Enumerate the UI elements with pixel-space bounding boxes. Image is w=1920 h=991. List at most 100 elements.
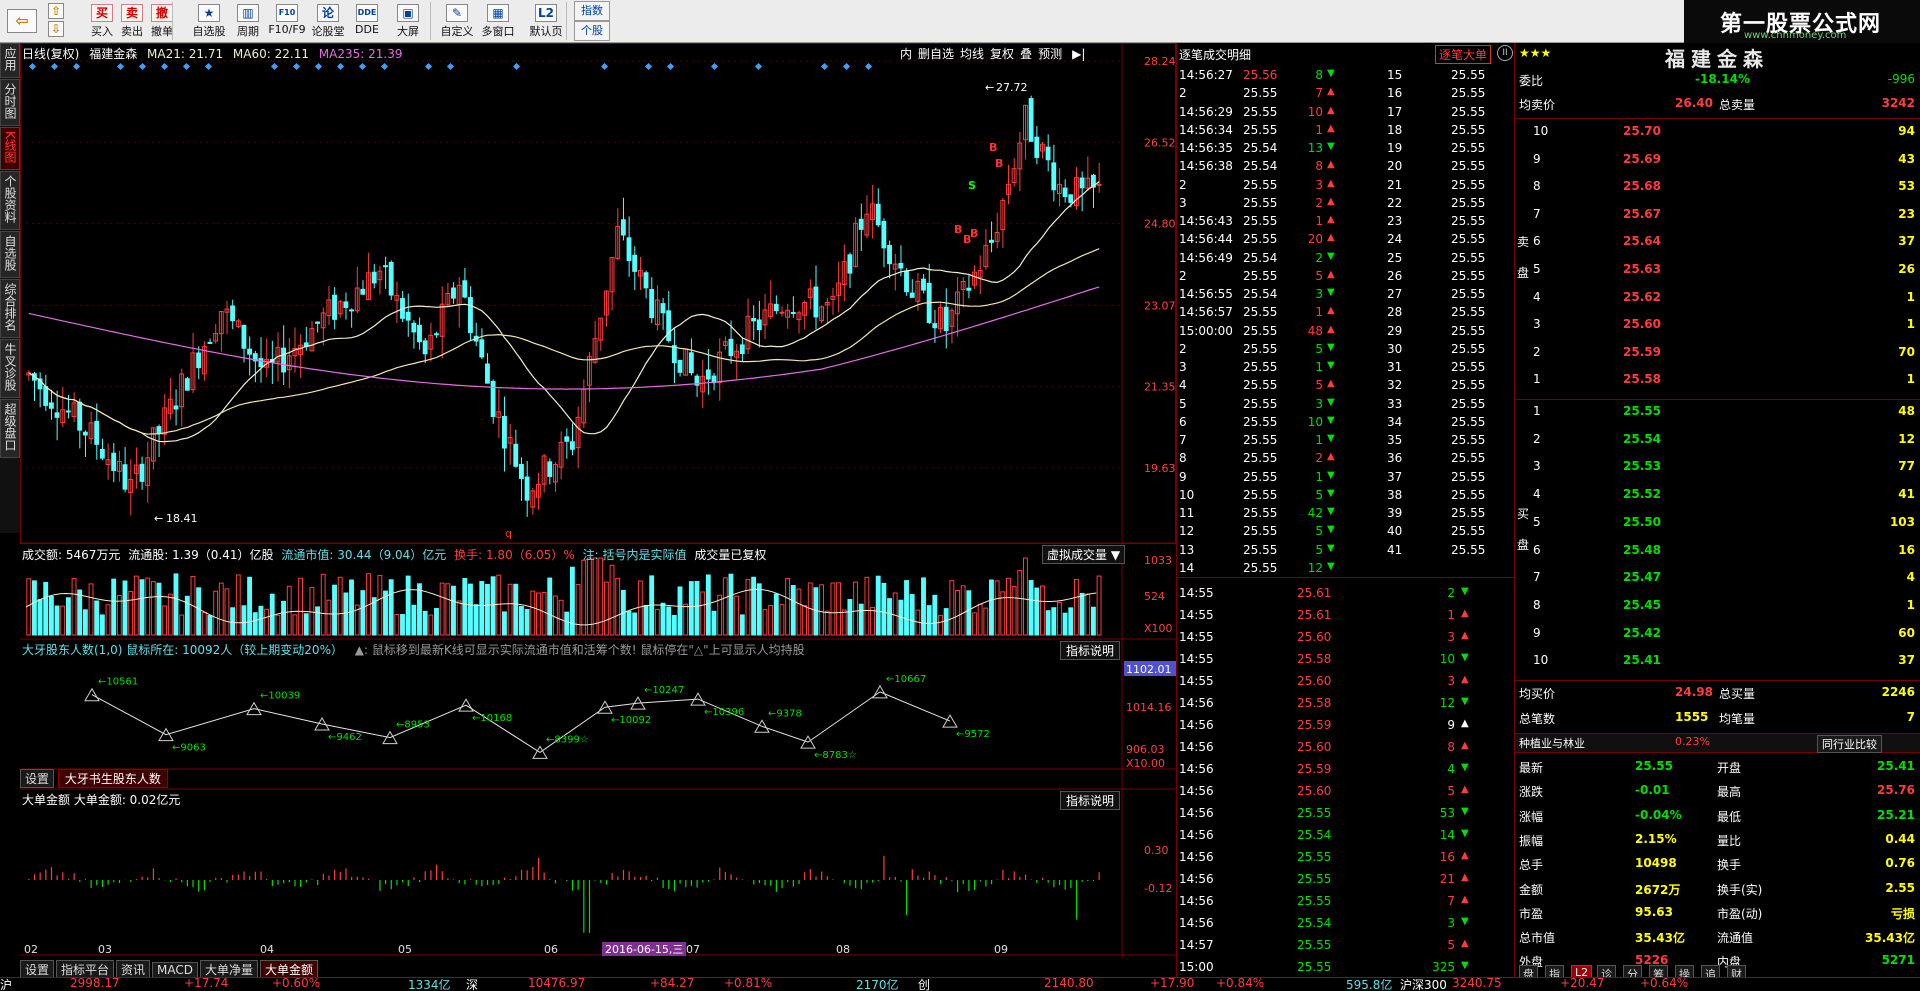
subtab-setting[interactable]: 设置 <box>20 769 55 788</box>
tick-price: 25.55 <box>1451 268 1486 283</box>
customize-button[interactable]: ✎ 自定义 <box>436 1 478 41</box>
expand-icon[interactable]: ▶| <box>1072 47 1085 61</box>
tape-tick-row: 2125.555▼ <box>1387 177 1514 195</box>
left-tab-3[interactable]: 个股资料 <box>0 170 20 230</box>
tick-volume: 2 <box>1491 105 1514 119</box>
tape-tick-row: 14:56:35 25.54 13 ▼ <box>1179 140 1347 158</box>
tape-tick-row: 2 25.55 3 ▲ <box>1179 177 1347 195</box>
volume-bar <box>264 608 270 636</box>
big-screen-button[interactable]: ▣ 大屏 <box>390 1 426 41</box>
period-button[interactable]: ▥ 周期 <box>230 1 266 41</box>
f10-button[interactable]: F10 F10/F9 <box>268 1 306 41</box>
multi-window-button[interactable]: ▦ 多窗口 <box>478 1 518 41</box>
forum-button[interactable]: 论论股堂 <box>310 1 346 41</box>
volume-bar <box>196 587 202 636</box>
tick-time: 14:56:38 <box>1179 159 1233 174</box>
back-arrow-icon: ⇦ <box>7 9 37 33</box>
ma235-label: MA235: 21.39 <box>318 47 403 61</box>
minute-volume: 21 <box>1439 872 1455 886</box>
bid-level: 2 <box>1533 431 1541 446</box>
tick-time: 8 <box>1179 451 1187 466</box>
kline-btn-4[interactable]: 叠 <box>1020 47 1032 61</box>
chart-canvas[interactable]: 28.2426.5224.8023.0721.3519.6327.72←18.4… <box>20 43 1176 981</box>
left-tab-0[interactable]: 应用 <box>0 43 20 78</box>
tick-time: 32 <box>1387 378 1403 393</box>
dde-button[interactable]: DDE DDE <box>350 1 384 41</box>
tick-time: 22 <box>1387 195 1403 210</box>
trade-signal-marker: B <box>954 223 962 236</box>
candle-body <box>677 359 683 373</box>
down-arrow-icon: ▼ <box>1327 396 1335 408</box>
tick-time: 25 <box>1387 250 1403 265</box>
volume-bar <box>213 590 219 636</box>
volume-bar <box>943 608 949 636</box>
tape-tick-row: 2 25.55 5 ▼ <box>1179 341 1347 359</box>
volume-bar <box>65 597 71 636</box>
bottom-tab-3[interactable]: MACD <box>152 962 199 978</box>
tick-volume: 5 <box>1315 341 1323 356</box>
stat-label: 量比 <box>1717 833 1742 848</box>
kline-btn-5[interactable]: 预测 <box>1038 47 1062 61</box>
default-page-button[interactable]: L2 默认页 <box>524 1 568 41</box>
period-label[interactable]: 日线(复权) <box>22 47 79 61</box>
volume-bar <box>1056 601 1062 636</box>
stat-label: 开盘 <box>1717 761 1742 775</box>
webi-value: -996 <box>1887 72 1915 86</box>
bigorder-help-button[interactable]: 指标说明 <box>1060 791 1121 810</box>
minute-tick-row: 14:56 25.60 5 ▲ <box>1179 783 1513 801</box>
watchlist-button[interactable]: ★ 自选股 <box>190 1 228 41</box>
tape-tick-row: 12 25.55 5 ▼ <box>1179 523 1347 541</box>
volume-bar <box>841 609 847 636</box>
tick-time: 14:56:49 <box>1179 250 1233 265</box>
volume-tick-label: 1033 <box>1144 554 1172 567</box>
left-tab-1[interactable]: 分时图 <box>0 79 20 126</box>
stat-label: 振幅 <box>1519 833 1544 848</box>
up-arrow-icon[interactable]: ⇧ <box>48 3 64 19</box>
diamond-marker <box>710 62 719 71</box>
stat-value: -0.01 <box>1635 783 1670 798</box>
ask-volume: 70 <box>1898 344 1915 359</box>
big-order-tape-button[interactable]: 逐笔大单 <box>1435 45 1492 64</box>
pause-icon[interactable]: II <box>1497 45 1513 61</box>
industry-compare-button[interactable]: 同行业比较 <box>1817 735 1882 753</box>
kline-btn-0[interactable]: 内 <box>900 47 912 61</box>
tick-volume: 5 <box>1315 542 1323 557</box>
left-tab-6[interactable]: 牛叉诊股 <box>0 338 20 398</box>
back-button[interactable]: ⇦ <box>2 1 42 41</box>
sell-button[interactable]: 卖卖出 <box>118 1 146 41</box>
up-arrow-icon: ▲ <box>1327 323 1335 335</box>
subtab-holders[interactable]: 大牙书生股东人数 <box>57 769 168 788</box>
tick-price: 25.55 <box>1243 451 1278 466</box>
high-arrow-icon: ← <box>985 81 994 94</box>
kline-btn-2[interactable]: 均线 <box>960 47 984 61</box>
left-tab-4[interactable]: 自选股 <box>0 230 20 278</box>
buy-button[interactable]: 买买入 <box>88 1 116 41</box>
holders-help-button[interactable]: 指标说明 <box>1060 641 1121 660</box>
low-arrow-icon: ← <box>154 512 163 525</box>
minute-price: 25.55 <box>1297 806 1332 820</box>
virtual-volume-dropdown[interactable]: 虚拟成交量 ▼ <box>1042 545 1126 564</box>
tick-volume: 9 <box>1491 68 1514 82</box>
kline-btn-3[interactable]: 复权 <box>990 47 1014 61</box>
stat-value: 亏损 <box>1890 906 1915 921</box>
candle-body <box>518 463 524 479</box>
index-tab-button[interactable]: 指数 <box>574 1 610 21</box>
left-tab-2[interactable]: K线图 <box>0 127 20 170</box>
down-arrow-icon[interactable]: ⇩ <box>48 21 64 37</box>
kline-btn-1[interactable]: 删自选 <box>918 47 954 61</box>
bid-level: 6 <box>1533 542 1541 557</box>
candle-body <box>898 262 904 269</box>
price-tick-label: 21.35 <box>1144 381 1176 394</box>
tape-tick-row: 3925.5519▲ <box>1387 505 1514 523</box>
total-count-label: 总笔数 <box>1519 712 1556 726</box>
left-tab-5[interactable]: 综合排名 <box>0 278 20 338</box>
left-tab-7[interactable]: 超级盘口 <box>0 398 20 458</box>
volume-tick-label: X100 <box>1144 622 1173 635</box>
tape-tick-row: 2 25.55 5 ▲ <box>1179 268 1347 286</box>
buy-label: 买入 <box>91 25 113 38</box>
ask-volume: 43 <box>1898 151 1915 166</box>
stock-tab-button[interactable]: 个股 <box>574 21 610 41</box>
tick-price: 25.55 <box>1451 68 1486 82</box>
scroll-buttons[interactable]: ⇧ ⇩ <box>46 1 66 41</box>
ask-volume: 53 <box>1898 179 1915 194</box>
